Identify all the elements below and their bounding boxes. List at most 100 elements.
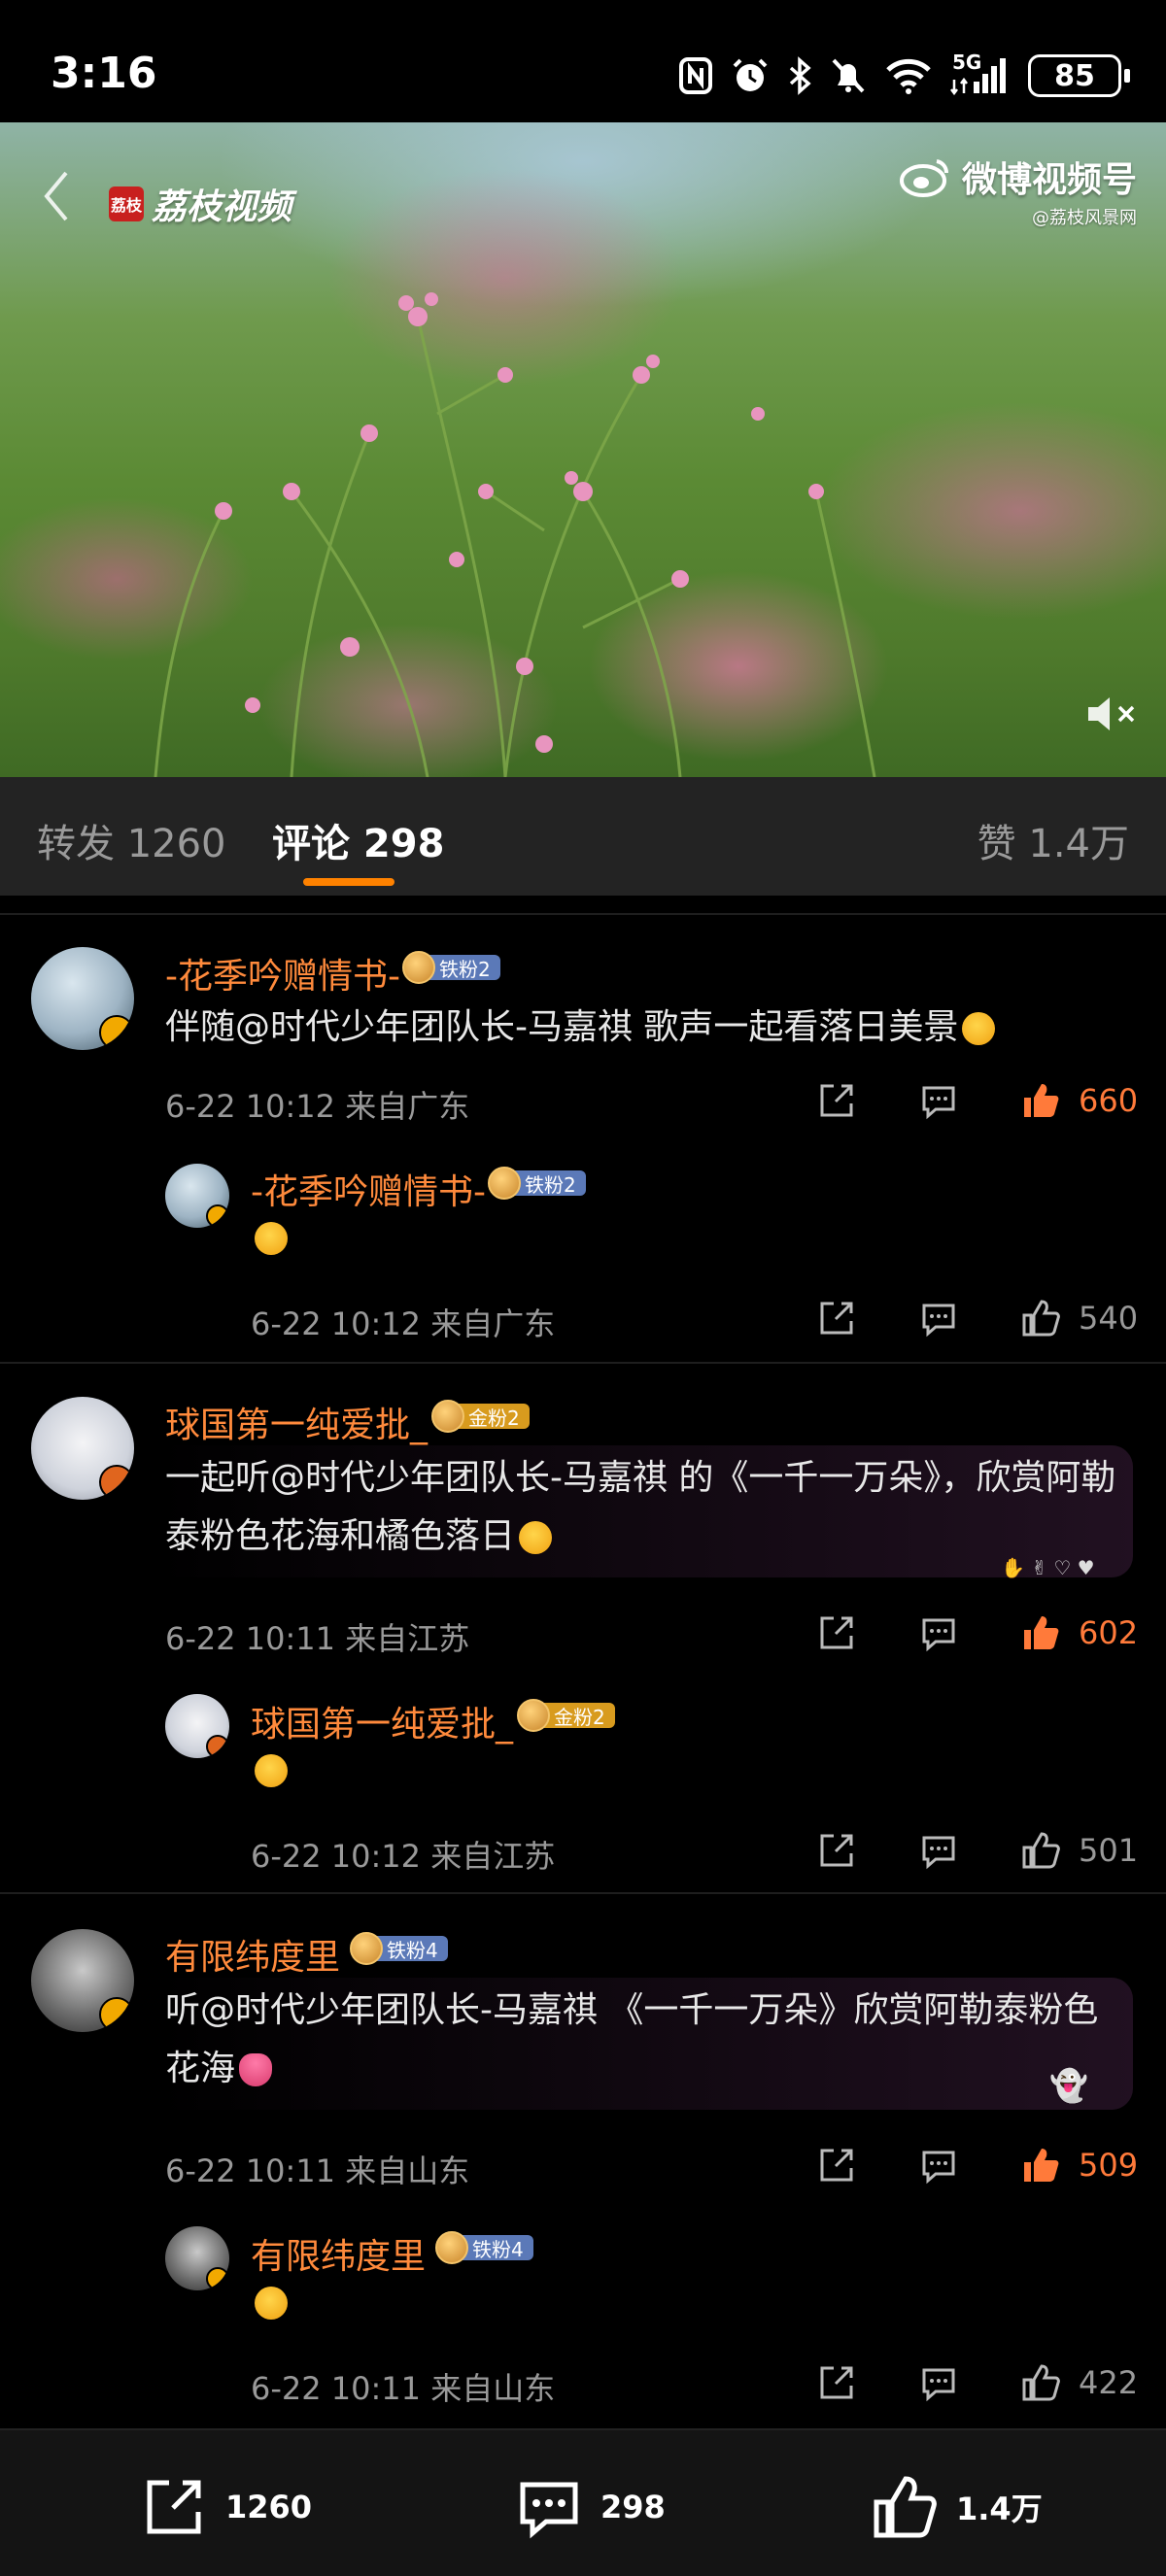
verified-icon xyxy=(99,1465,134,1500)
bottom-comment-count: 298 xyxy=(600,2489,666,2525)
weibo-video-watermark: 微博视频号 @荔枝风景网 xyxy=(898,152,1137,229)
tab-forward[interactable]: 转发 1260 xyxy=(37,812,226,868)
reply-avatar[interactable] xyxy=(165,1164,229,1228)
tab-comment[interactable]: 评论 298 xyxy=(272,812,444,868)
share-icon[interactable] xyxy=(816,2362,857,2403)
tab-bar: 转发 1260 评论 298 赞 1.4万 xyxy=(0,777,1166,896)
back-icon[interactable] xyxy=(37,167,76,225)
verified-icon xyxy=(99,1997,134,2032)
divider xyxy=(0,913,1166,915)
reply-avatar[interactable] xyxy=(165,2226,229,2290)
video-player[interactable]: 荔枝 荔枝视频 微博视频号 @荔枝风景网 xyxy=(0,122,1166,777)
reply-icon[interactable] xyxy=(918,1080,959,1121)
bottom-like-count: 1.4万 xyxy=(956,2491,1043,2527)
status-time: 3:16 xyxy=(51,49,157,98)
like-count: 540 xyxy=(1079,1300,1139,1337)
logo-mark: 荔枝 xyxy=(109,186,144,221)
reply-content xyxy=(251,1222,288,1255)
comment-text-line: 泰粉色花海和橘色落日 xyxy=(165,1508,553,1566)
comment-meta: 6-22 10:11 来自山东 xyxy=(165,2152,470,2189)
like-icon[interactable] xyxy=(1020,1298,1061,1339)
reply-icon[interactable] xyxy=(918,1298,959,1339)
share-icon[interactable] xyxy=(816,1612,857,1653)
like-icon[interactable] xyxy=(1020,2145,1061,2186)
reply-avatar[interactable] xyxy=(165,1694,229,1758)
video-source-logo: 荔枝 荔枝视频 xyxy=(109,179,292,229)
fan-badge: 铁粉2 xyxy=(488,1167,586,1200)
avatar[interactable] xyxy=(31,1929,134,2032)
reply-username[interactable]: -花季吟赠情书- xyxy=(251,1164,486,1214)
verified-icon xyxy=(206,1735,229,1758)
weibo-video-sub: @荔枝风景网 xyxy=(1032,208,1137,228)
comment-meta: 6-22 10:12 来自广东 xyxy=(165,1088,470,1125)
share-icon[interactable] xyxy=(816,2145,857,2186)
crown-icon xyxy=(488,1167,521,1200)
reply-icon[interactable] xyxy=(918,1830,959,1871)
reply-icon[interactable] xyxy=(918,2362,959,2403)
emoji-icon xyxy=(255,2287,288,2320)
comment-text: 伴随@时代少年团队长-马嘉祺 歌声一起看落日美景 xyxy=(165,999,996,1057)
comment-text-line: 一起听@时代少年团队长-马嘉祺 的《一千一万朵》，欣赏阿勒 xyxy=(165,1458,1116,1498)
like-count: 509 xyxy=(1079,2147,1139,2184)
mute-icon[interactable] xyxy=(1082,690,1141,738)
crown-icon xyxy=(517,1699,550,1732)
like-count: 501 xyxy=(1079,1832,1139,1869)
like-count: 602 xyxy=(1079,1614,1139,1651)
verified-icon xyxy=(206,2267,229,2290)
reply-icon[interactable] xyxy=(918,2145,959,2186)
verified-icon xyxy=(206,1204,229,1228)
network-type: 5G xyxy=(952,51,982,74)
bottom-like-button[interactable]: 1.4万 xyxy=(871,2473,1043,2541)
like-count: 660 xyxy=(1079,1082,1139,1119)
comment-username[interactable]: -花季吟赠情书- xyxy=(165,948,400,999)
comment-icon xyxy=(520,2482,578,2539)
fan-badge: 铁粉4 xyxy=(350,1932,448,1965)
crown-icon xyxy=(431,1400,464,1433)
tulip-emoji-icon xyxy=(239,2053,273,2086)
status-icons: 5G 85 xyxy=(678,49,1130,103)
like-icon[interactable] xyxy=(1020,1830,1061,1871)
comment-username[interactable]: 球国第一纯爱批_ xyxy=(165,1397,428,1447)
bottom-forward-button[interactable]: 1260 xyxy=(140,2473,312,2541)
share-icon[interactable] xyxy=(816,1298,857,1339)
mute-bell-icon xyxy=(830,56,867,95)
bottom-action-bar: 1260 298 1.4万 xyxy=(0,2428,1166,2576)
divider xyxy=(0,1362,1166,1364)
like-icon[interactable] xyxy=(1020,2362,1061,2403)
like-icon[interactable] xyxy=(1020,1612,1061,1653)
comment-text-line: 听@时代少年团队长-马嘉祺 《一千一万朵》欣赏阿勒泰粉色 xyxy=(165,1990,1099,2030)
reply-meta: 6-22 10:11 来自山东 xyxy=(251,2370,556,2407)
ghost-decoration: 👻 xyxy=(1049,2067,1088,2104)
reply-icon[interactable] xyxy=(918,1612,959,1653)
avatar[interactable] xyxy=(31,1397,134,1500)
emoji-icon xyxy=(255,1754,288,1787)
logo-text: 荔枝视频 xyxy=(152,187,292,227)
share-icon[interactable] xyxy=(816,1080,857,1121)
weibo-video-label: 微博视频号 xyxy=(961,160,1137,200)
nfc-icon xyxy=(678,56,713,95)
divider xyxy=(0,1892,1166,1894)
wifi-icon xyxy=(884,56,933,95)
like-count: 422 xyxy=(1079,2364,1139,2401)
avatar[interactable] xyxy=(31,947,134,1050)
like-icon[interactable] xyxy=(1020,1080,1061,1121)
crown-icon xyxy=(435,2231,468,2264)
emoji-icon xyxy=(519,1521,553,1554)
battery-indicator: 85 xyxy=(1028,54,1130,97)
comment-username[interactable]: 有限纬度里 xyxy=(165,1929,340,1980)
status-bar: 3:16 5G 85 xyxy=(0,0,1166,122)
share-icon[interactable] xyxy=(816,1830,857,1871)
reply-username[interactable]: 球国第一纯爱批_ xyxy=(251,1696,513,1746)
crown-icon xyxy=(350,1932,383,1965)
bottom-comment-button[interactable]: 298 xyxy=(515,2473,666,2541)
share-icon xyxy=(147,2480,201,2534)
emoji-icon xyxy=(255,1222,288,1255)
alarm-icon xyxy=(731,56,770,95)
bottom-forward-count: 1260 xyxy=(225,2489,313,2525)
tab-like[interactable]: 赞 1.4万 xyxy=(977,812,1129,868)
card-decoration: ✋ ✌ ♡ ♥ xyxy=(1001,1556,1095,1579)
fan-badge: 金粉2 xyxy=(517,1699,615,1732)
reply-meta: 6-22 10:12 来自江苏 xyxy=(251,1838,556,1875)
like-icon xyxy=(874,2476,937,2538)
reply-username[interactable]: 有限纬度里 xyxy=(251,2228,426,2279)
